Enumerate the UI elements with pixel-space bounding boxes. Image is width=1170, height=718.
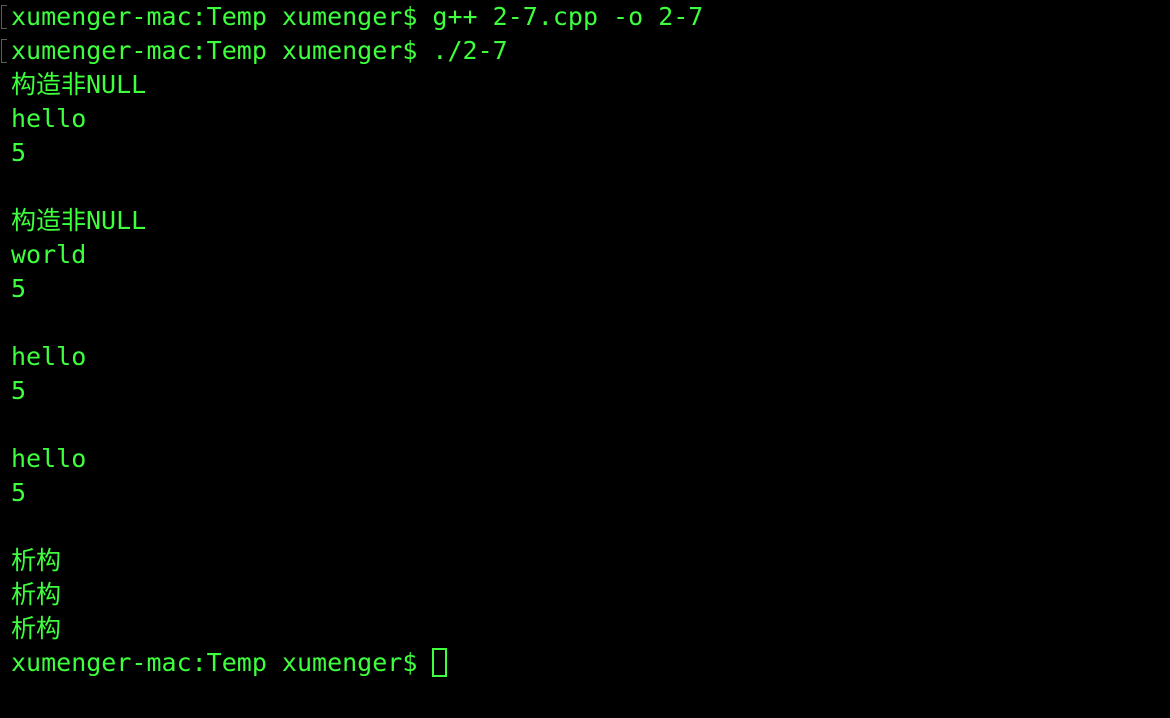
shell-prompt: xumenger-mac:Temp xumenger$	[11, 648, 433, 677]
terminal-line: 5	[11, 478, 27, 507]
terminal-line: 5	[11, 138, 27, 167]
terminal-line: hello	[11, 104, 87, 133]
terminal-line: hello	[11, 342, 87, 371]
terminal-line: 构造非NULL	[11, 70, 147, 99]
terminal-line: 5	[11, 376, 27, 405]
terminal-line: 5	[11, 274, 27, 303]
terminal-line: hello	[11, 444, 87, 473]
terminal-line: 析构	[11, 614, 62, 643]
prompt-mark-icon	[1, 5, 7, 29]
terminal-line: xumenger-mac:Temp xumenger$ ./2-7	[0, 34, 1170, 68]
prompt-mark-icon	[1, 39, 7, 63]
cursor-block-icon	[432, 648, 448, 677]
terminal-line: 构造非NULL	[11, 206, 147, 235]
terminal-prompt-line[interactable]: xumenger-mac:Temp xumenger$	[0, 646, 1170, 680]
terminal-line: world	[11, 240, 87, 269]
terminal-line: xumenger-mac:Temp xumenger$ g++ 2-7.cpp …	[0, 0, 1170, 34]
terminal-window[interactable]: xumenger-mac:Temp xumenger$ g++ 2-7.cpp …	[0, 0, 1170, 718]
terminal-line: 析构	[11, 546, 62, 575]
terminal-line: 析构	[11, 580, 62, 609]
